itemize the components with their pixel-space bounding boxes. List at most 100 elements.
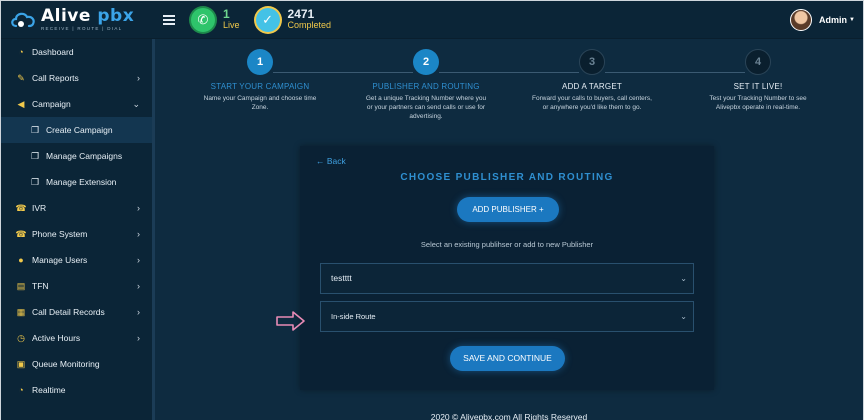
sidebar-item-label: Dashboard <box>32 47 74 57</box>
ivr-icon: ☎ <box>15 202 27 213</box>
completed-calls-stat: ✓ 2471 Completed <box>255 7 332 32</box>
avatar <box>790 9 813 31</box>
sidebar-item-call-reports[interactable]: ✎ Call Reports › <box>1 65 152 91</box>
tfn-icon: ▤ <box>16 280 26 291</box>
user-menu[interactable]: Admin ▼ <box>790 9 855 31</box>
step-1[interactable]: 1 START YOUR CAMPAIGN Name your Campaign… <box>195 49 325 113</box>
chevron-down-icon: ⌄ <box>132 98 140 109</box>
step-title: ADD A TARGET <box>562 82 622 91</box>
pointer-arrow-icon <box>276 311 305 331</box>
sidebar-item-label: Manage Extension <box>46 177 117 187</box>
footer-copyright: 2020 © Alivepbx.com All Rights Reserved <box>430 412 588 420</box>
routing-select[interactable]: In-side Route ⌄ <box>320 301 694 332</box>
step-description: Forward your calls to buyers, call cente… <box>532 95 652 111</box>
sidebar-item-dashboard[interactable]: ◔ Dashboard <box>1 39 152 65</box>
back-link[interactable]: ← Back <box>316 156 346 166</box>
phone-completed-icon: ✓ <box>255 7 280 32</box>
sidebar-item-manage-users[interactable]: ● Manage Users › <box>1 247 152 273</box>
sidebar-item-label: Manage Campaigns <box>46 151 123 161</box>
monitor-icon: ▣ <box>16 358 26 369</box>
chevron-right-icon: › <box>137 307 140 317</box>
realtime-icon: ◔ <box>18 385 24 395</box>
publisher-select[interactable]: testttt ⌄ <box>320 263 694 294</box>
step-number: 2 <box>413 49 439 75</box>
copy-icon: ❐ <box>30 124 40 135</box>
chevron-right-icon: › <box>137 255 140 265</box>
sidebar-item-realtime[interactable]: ◔ Realtime <box>1 377 152 403</box>
chevron-right-icon: › <box>137 333 140 343</box>
cdr-icon: ▦ <box>16 306 26 317</box>
step-2[interactable]: 2 PUBLISHER AND ROUTING Get a unique Tra… <box>361 49 491 121</box>
add-publisher-button[interactable]: ADD PUBLISHER + <box>457 197 559 222</box>
live-calls-stat: ✆ 1 Live <box>191 7 240 32</box>
back-label: Back <box>326 156 346 166</box>
chevron-down-icon: ⌄ <box>680 312 687 321</box>
step-title: PUBLISHER AND ROUTING <box>372 82 480 91</box>
publisher-routing-card: ← Back CHOOSE PUBLISHER AND ROUTING ADD … <box>300 146 714 390</box>
sidebar-item-label: IVR <box>32 203 47 213</box>
step-description: Test your Tracking Number to see Alivepb… <box>709 95 807 111</box>
sidebar-item-label: Call Detail Records <box>32 307 105 317</box>
sidebar: ◔ Dashboard ✎ Call Reports › ◀ Campaign … <box>1 39 155 420</box>
logo[interactable]: Alive pbx RECEIVE | ROUTE | DIAL <box>1 5 151 32</box>
live-label: Live <box>223 20 240 31</box>
copy-icon: ❐ <box>30 150 40 161</box>
step-4[interactable]: 4 SET IT LIVE! Test your Tracking Number… <box>693 49 823 113</box>
sidebar-item-label: Call Reports <box>32 73 79 83</box>
sidebar-item-tfn[interactable]: ▤ TFN › <box>1 273 152 299</box>
top-bar: Alive pbx RECEIVE | ROUTE | DIAL ✆ 1 Liv… <box>1 1 863 39</box>
chevron-down-icon: ⌄ <box>680 274 687 283</box>
sidebar-item-ivr[interactable]: ☎ IVR › <box>1 195 152 221</box>
copy-icon: ❐ <box>30 176 40 187</box>
chevron-right-icon: › <box>137 229 140 239</box>
caret-down-icon: ▼ <box>849 17 855 23</box>
save-and-continue-button[interactable]: SAVE AND CONTINUE <box>450 346 565 371</box>
sidebar-item-phone-system[interactable]: ☎ Phone System › <box>1 221 152 247</box>
sidebar-item-label: Queue Monitoring <box>32 359 100 369</box>
sidebar-item-call-detail-records[interactable]: ▦ Call Detail Records › <box>1 299 152 325</box>
card-title: CHOOSE PUBLISHER AND ROUTING <box>400 172 614 183</box>
sidebar-item-label: Active Hours <box>32 333 81 343</box>
completed-label: Completed <box>287 20 332 31</box>
clock-icon: ◷ <box>17 332 25 343</box>
helper-text: Select an existing publihser or add to n… <box>420 240 594 249</box>
step-description: Name your Campaign and choose time Zone. <box>203 95 317 111</box>
phone-live-icon: ✆ <box>191 7 215 32</box>
step-title: START YOUR CAMPAIGN <box>210 82 310 91</box>
routing-select-value: In-side Route <box>331 312 376 321</box>
sidebar-item-manage-extension[interactable]: ❐ Manage Extension <box>1 169 152 195</box>
brand-tagline: RECEIVE | ROUTE | DIAL <box>41 25 123 31</box>
sidebar-item-label: TFN <box>32 281 49 291</box>
sidebar-item-label: Realtime <box>32 385 66 395</box>
user-name: Admin <box>819 15 848 25</box>
step-description: Get a unique Tracking Number where you o… <box>365 95 487 120</box>
sidebar-item-campaign[interactable]: ◀ Campaign ⌄ <box>1 91 152 117</box>
menu-toggle-icon[interactable] <box>163 13 175 27</box>
brand-name-part1: Alive <box>41 5 91 26</box>
sidebar-item-label: Create Campaign <box>46 125 113 135</box>
sidebar-item-queue-monitoring[interactable]: ▣ Queue Monitoring <box>1 351 152 377</box>
step-number: 1 <box>247 49 273 75</box>
main-content: 1 START YOUR CAMPAIGN Name your Campaign… <box>155 39 863 420</box>
arrow-left-icon: ← <box>316 156 325 166</box>
sidebar-item-active-hours[interactable]: ◷ Active Hours › <box>1 325 152 351</box>
brand-name-part2: pbx <box>97 5 135 26</box>
step-3[interactable]: 3 ADD A TARGET Forward your calls to buy… <box>527 49 657 113</box>
dashboard-icon: ◔ <box>18 47 24 57</box>
brand-name: Alive pbx <box>41 5 135 26</box>
chevron-right-icon: › <box>137 203 140 213</box>
cloud-logo-icon <box>11 12 35 27</box>
sidebar-item-manage-campaigns[interactable]: ❐ Manage Campaigns <box>1 143 152 169</box>
user-icon: ● <box>18 255 24 265</box>
megaphone-icon: ◀ <box>17 98 25 109</box>
step-title: SET IT LIVE! <box>733 82 783 91</box>
step-number: 3 <box>579 49 605 75</box>
publisher-select-value: testttt <box>331 273 352 283</box>
step-number: 4 <box>745 49 771 75</box>
sidebar-item-create-campaign[interactable]: ❐ Create Campaign <box>1 117 152 143</box>
sidebar-item-label: Manage Users <box>32 255 88 265</box>
sidebar-item-label: Campaign <box>32 99 71 109</box>
chevron-right-icon: › <box>137 281 140 291</box>
call-reports-icon: ✎ <box>17 72 25 83</box>
campaign-stepper: 1 START YOUR CAMPAIGN Name your Campaign… <box>155 49 863 159</box>
